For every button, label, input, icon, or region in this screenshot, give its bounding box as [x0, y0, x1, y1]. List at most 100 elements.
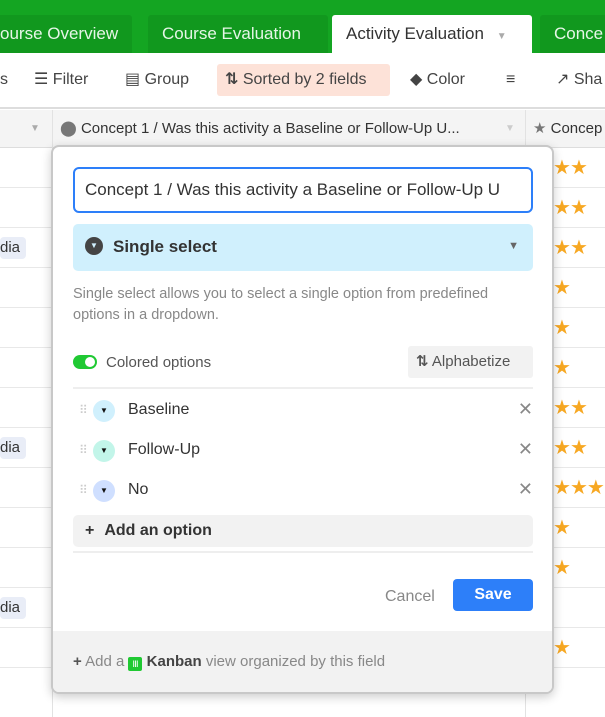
option-label[interactable]: No: [128, 481, 148, 499]
rating-stars[interactable]: ★: [553, 635, 571, 660]
filter-icon: ☰: [34, 71, 49, 88]
share-icon: ↗: [556, 71, 570, 88]
star-icon: ★: [586, 477, 605, 499]
drag-handle-icon[interactable]: ⠿: [79, 443, 88, 457]
rating-stars[interactable]: ★: [553, 515, 571, 540]
option-label[interactable]: Baseline: [128, 401, 189, 419]
color-button[interactable]: ◆ Color: [402, 64, 473, 96]
grid-header: ▼ ⬤ Concept 1 / Was this activity a Base…: [0, 110, 605, 148]
field-type-label: Single select: [113, 237, 217, 256]
close-icon[interactable]: ✕: [518, 399, 533, 420]
single-select-icon: ⬤: [60, 120, 77, 137]
field-type-select[interactable]: ▼ Single select ▼: [73, 224, 533, 271]
view-toolbar: s ☰ Filter ▤ Group ⇅ Sorted by 2 fields …: [0, 53, 605, 109]
column-header-concept-1[interactable]: ⬤ Concept 1 / Was this activity a Baseli…: [60, 110, 515, 148]
star-icon: ★: [569, 237, 588, 259]
row-height-button[interactable]: ≡: [498, 64, 523, 96]
single-select-icon: ▼: [85, 237, 103, 255]
star-icon: ★: [569, 197, 588, 219]
plus-icon: +: [85, 522, 95, 539]
group-button[interactable]: ▤ Group: [117, 64, 197, 96]
option-row[interactable]: ⠿ ▼ Baseline ✕: [73, 391, 533, 431]
field-name-input[interactable]: [73, 167, 533, 213]
cancel-button[interactable]: Cancel: [375, 581, 445, 613]
star-icon: ★: [553, 517, 571, 539]
footer-prefix: Add a: [85, 653, 125, 670]
rating-stars[interactable]: ★★: [553, 435, 588, 460]
drag-handle-icon[interactable]: ⠿: [79, 483, 88, 497]
color-label: Color: [426, 71, 465, 88]
rating-stars[interactable]: ★★: [553, 195, 588, 220]
sort-icon: ⇅: [416, 353, 429, 370]
divider: [73, 551, 533, 553]
fields-button[interactable]: s: [0, 64, 16, 96]
rating-stars[interactable]: ★★: [553, 395, 588, 420]
field-config-popup: ▼ Single select ▼ Single select allows y…: [51, 145, 554, 694]
star-icon: ★: [553, 637, 571, 659]
tab-bar: ourse Overview Course Evaluation Activit…: [0, 0, 605, 53]
column-title: Concept 1 / Was this activity a Baseline…: [80, 120, 460, 137]
option-color-picker[interactable]: ▼: [93, 480, 115, 502]
close-icon[interactable]: ✕: [518, 439, 533, 460]
option-label[interactable]: Follow-Up: [128, 441, 200, 459]
option-badge: dia: [0, 437, 27, 459]
sort-icon: ⇅: [225, 71, 239, 88]
footer-view-name: Kanban: [146, 653, 202, 670]
field-type-description: Single select allows you to select a sin…: [73, 286, 489, 323]
divider: [73, 387, 533, 389]
row-height-icon: ≡: [506, 71, 516, 88]
column-title: Concep: [550, 120, 603, 137]
star-icon: ★: [569, 157, 588, 179]
group-icon: ▤: [125, 71, 141, 88]
add-kanban-view-link[interactable]: + Add a Ⅲ Kanban view organized by this …: [53, 631, 552, 692]
tab-concept[interactable]: Conce: [540, 15, 605, 53]
chevron-down-icon[interactable]: ▼: [505, 110, 515, 148]
close-icon[interactable]: ✕: [518, 479, 533, 500]
tab-course-overview[interactable]: ourse Overview: [0, 15, 133, 53]
star-icon: ★: [553, 437, 571, 459]
chevron-down-icon[interactable]: ▼: [497, 31, 507, 42]
star-icon: ★: [553, 397, 571, 419]
option-color-picker[interactable]: ▼: [93, 440, 115, 462]
colored-options-label: Colored options: [106, 354, 212, 371]
rating-stars[interactable]: ★★: [553, 155, 588, 180]
star-icon: ★: [553, 477, 571, 499]
rating-stars[interactable]: ★: [553, 355, 571, 380]
sort-button[interactable]: ⇅ Sorted by 2 fields: [217, 64, 390, 96]
rating-stars[interactable]: ★: [553, 275, 571, 300]
alphabetize-button[interactable]: ⇅ Alphabetize: [408, 346, 533, 378]
drag-handle-icon[interactable]: ⠿: [79, 403, 88, 417]
filter-label: Filter: [52, 71, 89, 88]
chevron-down-icon: ▼: [508, 240, 519, 252]
rating-stars[interactable]: ★: [553, 555, 571, 580]
rating-stars[interactable]: ★: [553, 315, 571, 340]
rating-stars[interactable]: ★★★: [553, 475, 605, 500]
star-icon: ★: [553, 557, 571, 579]
option-badge: dia: [0, 237, 27, 259]
star-icon: ★: [553, 157, 571, 179]
star-icon: ★: [553, 277, 571, 299]
save-button[interactable]: Save: [453, 579, 533, 611]
chevron-down-icon[interactable]: ▼: [30, 110, 40, 148]
add-option-button[interactable]: + Add an option: [73, 515, 533, 547]
star-icon: ★: [553, 237, 571, 259]
share-button[interactable]: ↗ Sha: [548, 64, 605, 96]
colored-options-toggle[interactable]: [73, 355, 97, 369]
alphabetize-label: Alphabetize: [431, 353, 511, 370]
star-icon: ★: [569, 397, 588, 419]
tab-activity-evaluation[interactable]: Activity Evaluation ▼: [332, 15, 532, 53]
filter-button[interactable]: ☰ Filter: [26, 64, 96, 96]
column-header-next[interactable]: ★ Concep: [533, 110, 602, 148]
plus-icon: +: [73, 653, 82, 670]
option-row[interactable]: ⠿ ▼ Follow-Up ✕: [73, 431, 533, 471]
paint-bucket-icon: ◆: [410, 71, 423, 88]
group-label: Group: [144, 71, 190, 88]
rating-stars[interactable]: ★★: [553, 235, 588, 260]
option-row[interactable]: ⠿ ▼ No ✕: [73, 471, 533, 511]
star-icon: ★: [569, 437, 588, 459]
tab-label: Activity Evaluation: [346, 24, 484, 43]
tab-course-evaluation[interactable]: Course Evaluation: [148, 15, 328, 53]
option-badge: dia: [0, 597, 27, 619]
footer-suffix: view organized by this field: [205, 653, 386, 670]
option-color-picker[interactable]: ▼: [93, 400, 115, 422]
